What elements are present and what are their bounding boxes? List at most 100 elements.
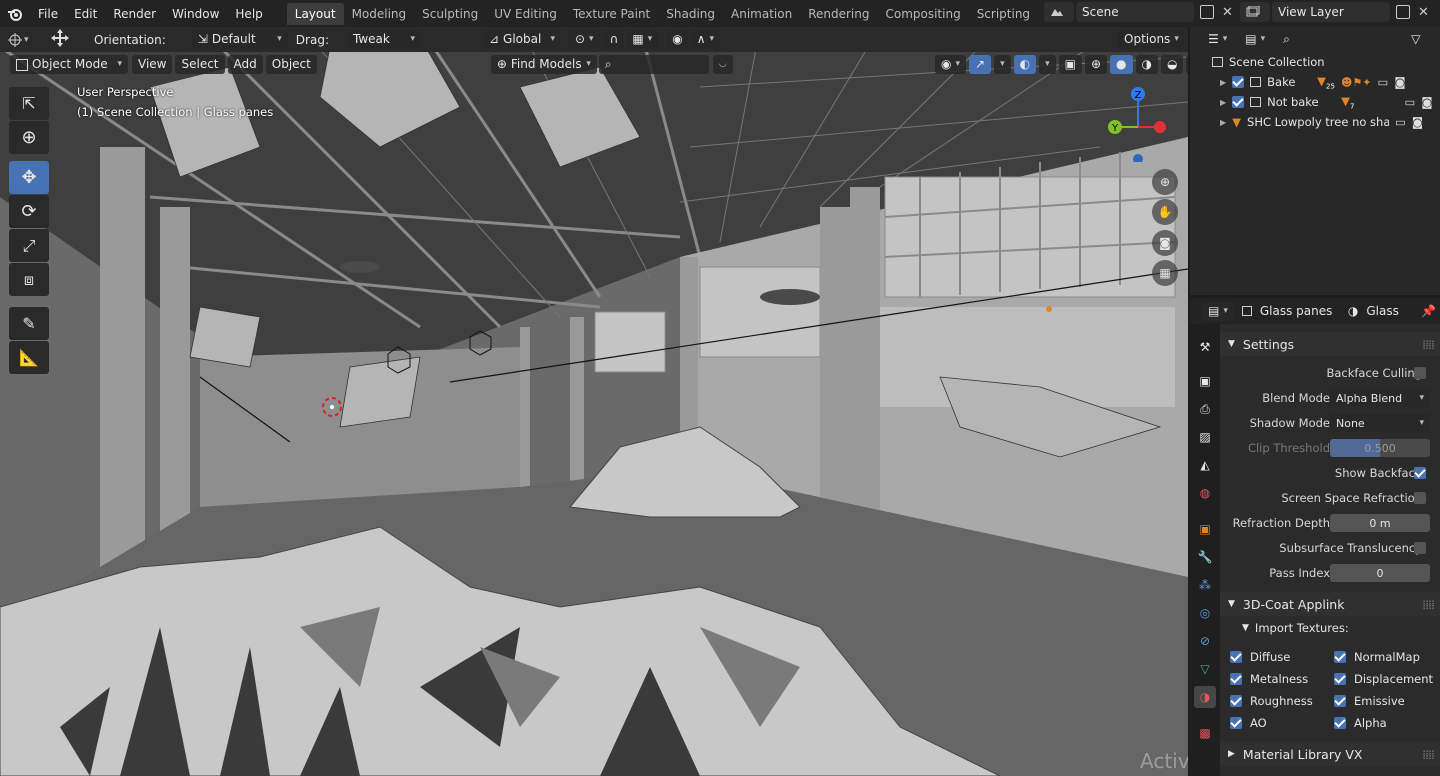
tab-rendering[interactable]: Rendering (800, 3, 877, 25)
transform-orientation-dropdown[interactable]: ⊿ Global ▾ (482, 30, 561, 49)
navigation-gizmo[interactable]: Z Y (1105, 82, 1175, 162)
shading-solid-button[interactable]: ● (1110, 55, 1133, 74)
mode-dropdown[interactable]: Object Mode ▾ (10, 55, 128, 74)
tab-render[interactable]: ▣ (1194, 370, 1216, 392)
measure-tool[interactable]: 📐 (9, 341, 49, 374)
gizmo-dropdown[interactable]: ▾ (994, 55, 1011, 74)
tab-compositing[interactable]: Compositing (877, 3, 968, 25)
show-backface-checkbox[interactable] (1414, 467, 1426, 479)
subsurface-checkbox[interactable] (1414, 542, 1426, 554)
pin-icon[interactable]: 📌 (1421, 304, 1436, 318)
view-layer-field[interactable]: View Layer (1272, 2, 1390, 22)
falloff-dropdown[interactable]: ∧ ▾ (690, 30, 721, 49)
close-view-layer-icon[interactable]: ✕ (1418, 5, 1429, 20)
annotate-tool[interactable]: ✎ (9, 307, 49, 340)
scene-selector-icon[interactable] (1044, 2, 1074, 22)
overlay-dropdown[interactable]: ▾ (1039, 55, 1056, 74)
tab-output[interactable]: ⎙ (1194, 398, 1216, 420)
shading-dropdown[interactable]: ▾ (1186, 55, 1188, 74)
cursor-tool[interactable]: ⊕ (9, 121, 49, 154)
filter-icon[interactable]: ▽ (1411, 32, 1420, 46)
proportional-edit-toggle[interactable]: ◉ (666, 30, 689, 49)
exclude-checkbox[interactable] (1232, 76, 1245, 88)
drag-handle-icon[interactable]: ⁞⁞⁞⁞ (1422, 597, 1435, 612)
menu-edit[interactable]: Edit (66, 3, 105, 25)
select-box-tool[interactable]: ⇱ (9, 87, 49, 120)
menu-object[interactable]: Object (265, 55, 317, 74)
drag-handle-icon[interactable]: ⁞⁞⁞⁞ (1422, 337, 1435, 352)
expand-arrow-icon[interactable]: ▶ (1220, 118, 1226, 127)
copy-view-layer-icon[interactable] (1396, 5, 1410, 19)
menu-view[interactable]: View (132, 55, 173, 74)
menu-help[interactable]: Help (227, 3, 270, 25)
import-textures-subheader[interactable]: ▼ Import Textures: (1220, 617, 1440, 639)
drag-dropdown[interactable]: Tweak ▾ (346, 30, 421, 49)
normalmap-checkbox[interactable] (1334, 651, 1346, 663)
find-models-dropdown[interactable]: ⊕ Find Models ▾ (490, 55, 597, 74)
shading-wireframe-button[interactable]: ⊕ (1084, 55, 1108, 74)
pivot-point-dropdown[interactable]: ⊙ ▾ (568, 30, 600, 49)
visibility-dropdown[interactable]: ◉ ▾ (935, 55, 967, 74)
find-models-search-input[interactable]: ⌕ (598, 55, 709, 74)
snap-toggle[interactable]: ∩ (603, 30, 625, 49)
close-scene-icon[interactable]: ✕ (1222, 5, 1233, 20)
emissive-checkbox[interactable] (1334, 695, 1346, 707)
metalness-checkbox[interactable] (1230, 673, 1242, 685)
move-tool[interactable]: ✥ (9, 161, 49, 194)
monitor-icon[interactable]: ▭ (1377, 75, 1388, 89)
menu-render[interactable]: Render (105, 3, 164, 25)
outliner-item-tree[interactable]: ▶ ▼ SHC Lowpoly tree no shade ▭ ◙ (1190, 112, 1440, 132)
shading-rendered-button[interactable]: ◒ (1161, 55, 1184, 74)
exclude-checkbox[interactable] (1232, 96, 1245, 108)
editor-type-icon[interactable]: ▾ (8, 30, 40, 50)
ao-checkbox[interactable] (1230, 717, 1242, 729)
backface-culling-checkbox[interactable] (1414, 367, 1426, 379)
tab-constraints[interactable]: ⊘ (1194, 630, 1216, 652)
overlay-toggle[interactable]: ◐ (1013, 55, 1037, 74)
tab-world[interactable]: ◍ (1194, 482, 1216, 504)
view-layer-icon[interactable] (1240, 2, 1270, 22)
monitor-icon[interactable]: ▭ (1404, 95, 1415, 109)
refraction-depth-field[interactable]: 0 m (1330, 514, 1430, 532)
shadow-mode-dropdown[interactable]: None ▾ (1330, 414, 1430, 432)
tab-physics[interactable]: ◎ (1194, 602, 1216, 624)
tab-animation[interactable]: Animation (723, 3, 800, 25)
find-models-options-button[interactable]: ◡ (712, 55, 733, 74)
menu-select[interactable]: Select (175, 55, 225, 74)
ssr-checkbox[interactable] (1414, 492, 1426, 504)
camera-icon[interactable]: ◙ (1412, 115, 1423, 129)
shading-material-button[interactable]: ◑ (1135, 55, 1158, 74)
tab-layout[interactable]: Layout (286, 2, 344, 25)
move-tool-icon[interactable] (50, 28, 74, 51)
perspective-toggle-button[interactable]: ▦ (1152, 260, 1178, 286)
diffuse-checkbox[interactable] (1230, 651, 1242, 663)
drag-handle-icon[interactable]: ⁞⁞⁞⁞ (1422, 747, 1435, 762)
scene-collection-row[interactable]: Scene Collection (1190, 52, 1440, 72)
copy-scene-icon[interactable] (1200, 5, 1214, 19)
zoom-button[interactable]: ⊕ (1152, 169, 1178, 195)
outliner-item-bake[interactable]: ▶ Bake ▼25 ☻⚑✦ ▭ ◙ (1190, 72, 1440, 92)
outliner-item-not-bake[interactable]: ▶ Not bake ▼7 ▭ ◙ (1190, 92, 1440, 112)
tab-texture-paint[interactable]: Texture Paint (565, 3, 658, 25)
menu-file[interactable]: File (30, 3, 66, 25)
transform-tool[interactable]: ⧈ (9, 263, 49, 296)
properties-editor-type[interactable]: ▤ ▾ (1202, 301, 1234, 321)
camera-icon[interactable]: ◙ (1394, 75, 1405, 89)
tab-modeling[interactable]: Modeling (344, 3, 415, 25)
tab-tool[interactable]: ⚒ (1194, 336, 1216, 358)
pass-index-field[interactable]: 0 (1330, 564, 1430, 582)
alpha-checkbox[interactable] (1334, 717, 1346, 729)
monitor-icon[interactable]: ▭ (1395, 115, 1406, 129)
tab-modifiers[interactable]: 🔧 (1194, 546, 1216, 568)
tab-scripting[interactable]: Scripting (969, 3, 1038, 25)
tab-view-layer[interactable]: ▨ (1194, 426, 1216, 448)
rotate-tool[interactable]: ⟳ (9, 195, 49, 228)
expand-arrow-icon[interactable]: ▶ (1220, 78, 1226, 87)
3d-viewport[interactable]: ▾ Orientation: ⇲ Default ▾ Drag: Tweak ▾… (0, 27, 1188, 776)
camera-icon[interactable]: ◙ (1421, 95, 1432, 109)
tab-shading[interactable]: Shading (658, 3, 723, 25)
applink-section-header[interactable]: ▼ 3D-Coat Applink ⁞⁞⁞⁞ (1220, 592, 1440, 616)
xray-toggle[interactable]: ▣ (1058, 55, 1082, 74)
material-library-section-header[interactable]: ▶ Material Library VX ⁞⁞⁞⁞ (1220, 742, 1440, 766)
expand-arrow-icon[interactable]: ▶ (1220, 98, 1226, 107)
